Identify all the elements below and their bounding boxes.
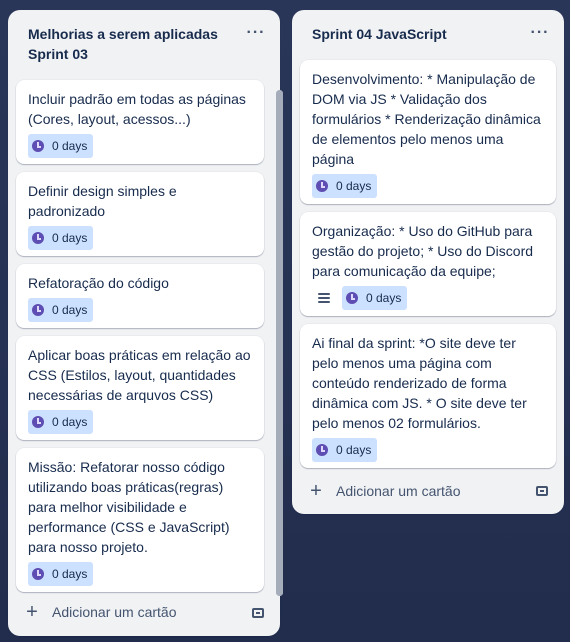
list-title[interactable]: Melhorias a serem aplicadas Sprint 03 xyxy=(28,24,228,64)
card[interactable]: Definir design simples e padronizado 0 d… xyxy=(16,172,264,256)
card-template-icon[interactable] xyxy=(252,608,264,618)
due-badge[interactable]: 0 days xyxy=(342,286,408,310)
due-badge-label: 0 days xyxy=(336,179,372,193)
due-badge[interactable]: 0 days xyxy=(28,562,94,586)
card-title: Desenvolvimento: * Manipulação de DOM vi… xyxy=(312,71,541,167)
due-badge-label: 0 days xyxy=(52,415,88,429)
due-badge[interactable]: 0 days xyxy=(28,134,94,158)
clock-icon xyxy=(32,416,44,428)
due-badge-label: 0 days xyxy=(52,303,88,317)
list-menu-button[interactable]: ··· xyxy=(524,22,556,48)
card-template-icon[interactable] xyxy=(536,486,548,496)
scrollbar-thumb[interactable] xyxy=(276,90,283,596)
plus-icon: + xyxy=(26,601,38,623)
card-title: Missão: Refatorar nosso código utilizand… xyxy=(28,459,230,555)
due-badge[interactable]: 0 days xyxy=(28,410,94,434)
list-melhorias-sprint-03: Melhorias a serem aplicadas Sprint 03 ··… xyxy=(8,10,283,636)
card[interactable]: Desenvolvimento: * Manipulação de DOM vi… xyxy=(300,60,556,204)
due-badge[interactable]: 0 days xyxy=(312,438,378,462)
clock-icon xyxy=(316,180,328,192)
description-lines-icon xyxy=(312,286,336,310)
plus-icon: + xyxy=(310,480,322,502)
add-card-label: Adicionar um cartão xyxy=(336,483,461,499)
list-title[interactable]: Sprint 04 JavaScript xyxy=(312,24,512,44)
due-badge[interactable]: 0 days xyxy=(28,226,94,250)
clock-icon xyxy=(32,140,44,152)
card-title: Ai final da sprint: *O site deve ter pel… xyxy=(312,335,527,431)
list-menu-button[interactable]: ··· xyxy=(240,22,272,48)
card[interactable]: Ai final da sprint: *O site deve ter pel… xyxy=(300,324,556,468)
clock-icon xyxy=(32,304,44,316)
card-title: Aplicar boas práticas em relação ao CSS … xyxy=(28,347,251,403)
card[interactable]: Incluir padrão em todas as páginas (Core… xyxy=(16,80,264,164)
due-badge[interactable]: 0 days xyxy=(28,298,94,322)
list-sprint-04-javascript: Sprint 04 JavaScript ··· Desenvolvimento… xyxy=(292,10,564,514)
list-scrollbar[interactable] xyxy=(276,90,283,596)
card[interactable]: Missão: Refatorar nosso código utilizand… xyxy=(16,448,264,592)
clock-icon xyxy=(346,292,358,304)
card[interactable]: Aplicar boas práticas em relação ao CSS … xyxy=(16,336,264,440)
due-badge-label: 0 days xyxy=(366,291,402,305)
due-badge-label: 0 days xyxy=(52,567,88,581)
card[interactable]: Refatoração do código 0 days xyxy=(16,264,264,328)
clock-icon xyxy=(316,444,328,456)
clock-icon xyxy=(32,568,44,580)
due-badge[interactable]: 0 days xyxy=(312,174,378,198)
card-title: Definir design simples e padronizado xyxy=(28,183,177,219)
card[interactable]: Organização: * Uso do GitHub para gestão… xyxy=(300,212,556,316)
due-badge-label: 0 days xyxy=(52,139,88,153)
add-card-button[interactable]: + Adicionar um cartão xyxy=(304,475,494,507)
card-title: Incluir padrão em todas as páginas (Core… xyxy=(28,91,246,127)
due-badge-label: 0 days xyxy=(336,443,372,457)
due-badge-label: 0 days xyxy=(52,231,88,245)
card-title: Organização: * Uso do GitHub para gestão… xyxy=(312,223,534,279)
card-title: Refatoração do código xyxy=(28,275,169,291)
add-card-label: Adicionar um cartão xyxy=(52,604,177,620)
clock-icon xyxy=(32,232,44,244)
add-card-button[interactable]: + Adicionar um cartão xyxy=(20,596,210,628)
